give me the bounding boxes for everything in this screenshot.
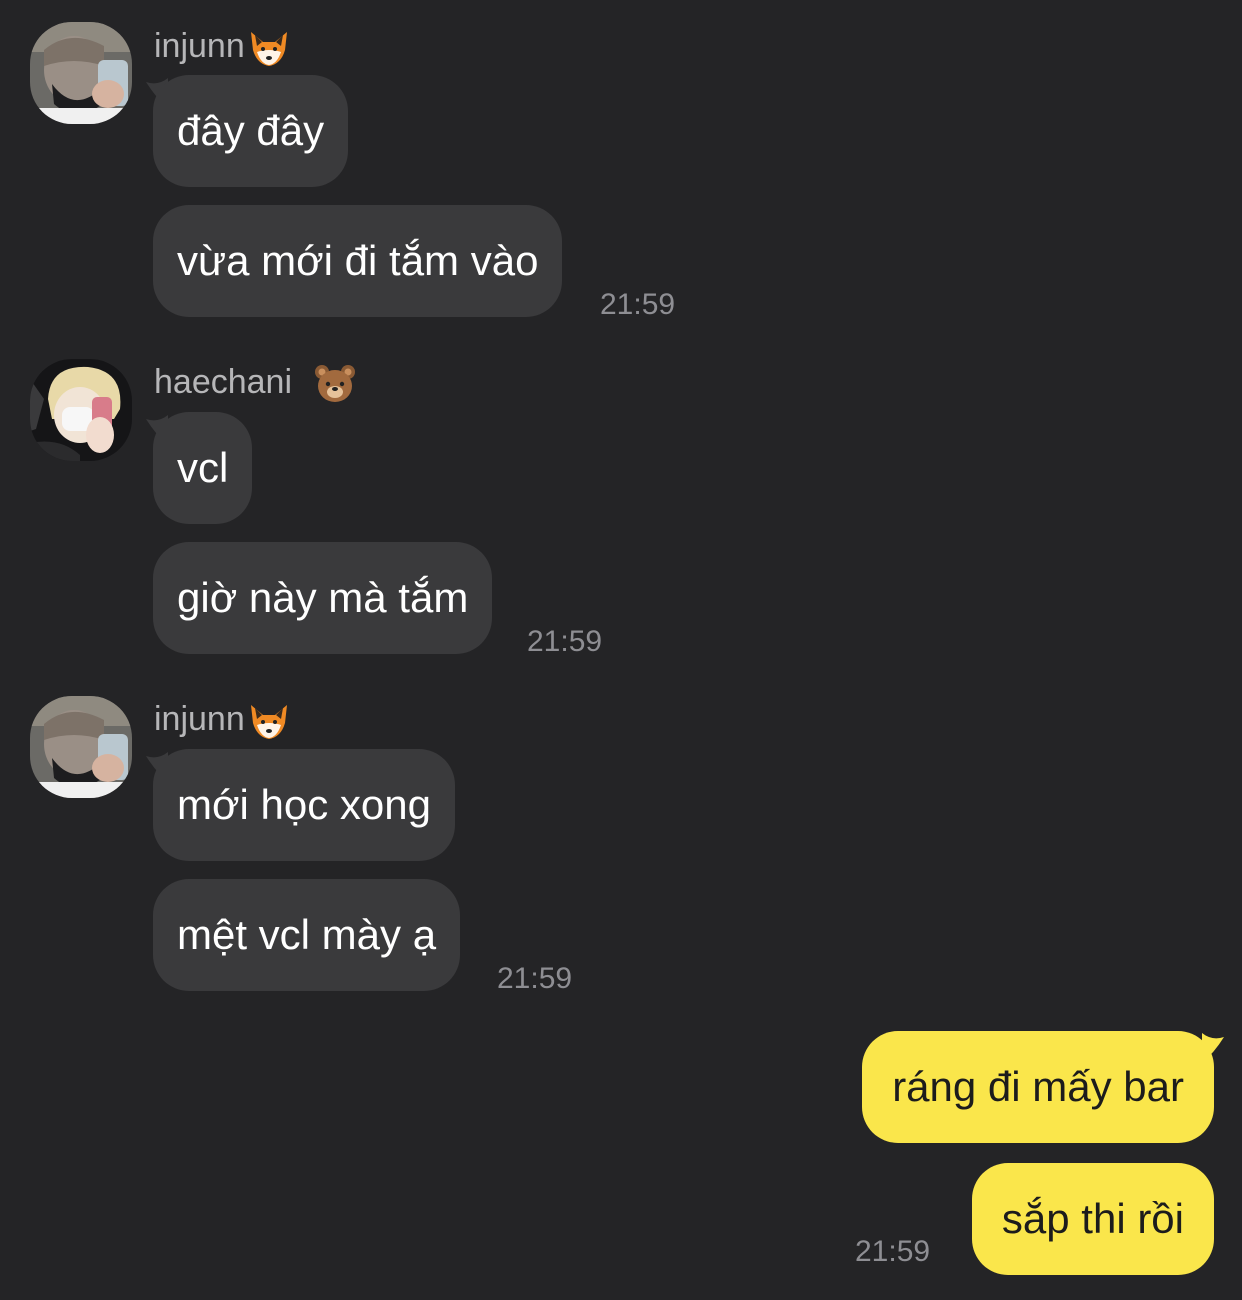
sender-name: injunn bbox=[154, 699, 291, 741]
message-bubble-outgoing[interactable]: ráng đi mấy bar bbox=[862, 1031, 1214, 1143]
fox-face-icon bbox=[247, 701, 291, 741]
message-timestamp: 21:59 bbox=[600, 288, 676, 321]
message-bubble[interactable]: vừa mới đi tắm vào bbox=[153, 205, 563, 317]
message-timestamp: 21:59 bbox=[527, 625, 603, 658]
avatar-injunn[interactable] bbox=[30, 696, 132, 798]
sender-name: haechani bbox=[154, 362, 357, 404]
avatar-injunn[interactable] bbox=[30, 22, 132, 124]
message-bubble[interactable]: vcl bbox=[153, 412, 253, 524]
avatar-photo-icon bbox=[30, 22, 132, 124]
avatar-photo-icon bbox=[30, 696, 132, 798]
bear-face-icon bbox=[313, 364, 357, 404]
message-bubble[interactable]: mệt vcl mày ạ bbox=[153, 879, 461, 991]
avatar-photo-icon bbox=[30, 359, 132, 461]
chat-thread: injunn đây đây vừa mới đi tắm vào 21:59 … bbox=[0, 0, 1242, 1300]
fox-face-icon bbox=[247, 28, 291, 68]
message-bubble[interactable]: mới học xong bbox=[153, 749, 455, 861]
avatar-haechani[interactable] bbox=[30, 359, 132, 461]
message-timestamp: 21:59 bbox=[497, 962, 573, 995]
sender-name-text: injunn bbox=[154, 700, 245, 738]
message-bubble-outgoing[interactable]: sắp thi rồi bbox=[971, 1163, 1214, 1275]
sender-name-text: injunn bbox=[154, 27, 245, 65]
sender-name-text: haechani bbox=[154, 363, 302, 401]
sender-name: injunn bbox=[154, 26, 291, 68]
message-timestamp: 21:59 bbox=[855, 1235, 931, 1268]
message-bubble[interactable]: giờ này mà tắm bbox=[153, 542, 493, 654]
message-bubble[interactable]: đây đây bbox=[153, 75, 349, 187]
